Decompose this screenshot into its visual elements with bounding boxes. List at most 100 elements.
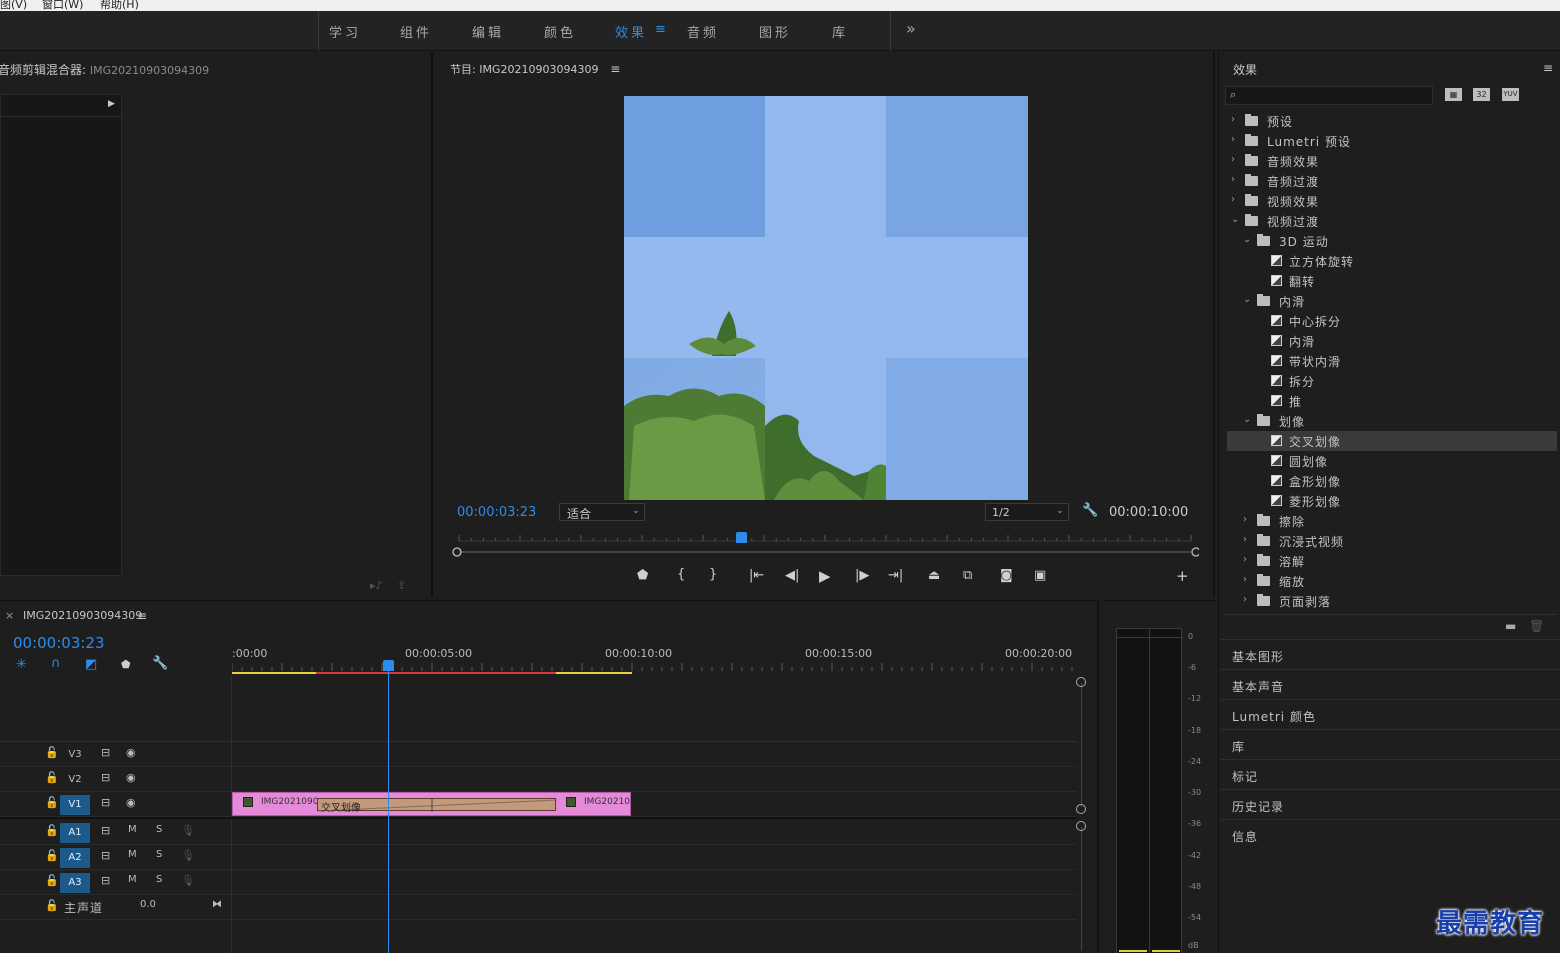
chevron-down-icon[interactable]: ⌄ bbox=[1243, 294, 1251, 305]
chevron-right-icon[interactable]: › bbox=[1243, 534, 1247, 545]
chevron-right-icon[interactable]: › bbox=[1243, 514, 1247, 525]
timeline-playhead-handle[interactable] bbox=[383, 660, 394, 671]
mark-in-icon[interactable]: { bbox=[677, 567, 685, 582]
microphone-icon[interactable]: 🎙 bbox=[181, 824, 195, 837]
microphone-icon[interactable]: 🎙 bbox=[181, 849, 195, 862]
panel-menu-icon[interactable]: ≡ bbox=[1543, 61, 1553, 75]
wrench-icon[interactable]: 🔧 bbox=[152, 656, 168, 671]
menu-window[interactable]: 窗口(W) bbox=[42, 0, 83, 11]
extract-icon[interactable]: ⧉ bbox=[963, 568, 972, 583]
effects-item[interactable]: 交叉划像 bbox=[1227, 431, 1557, 451]
track-lane-v2[interactable] bbox=[232, 767, 1077, 792]
timeline-tab-label[interactable]: IMG20210903094309 bbox=[23, 609, 142, 622]
track-label-v3[interactable]: V3 bbox=[60, 745, 90, 765]
track-label-a2[interactable]: A2 bbox=[60, 848, 90, 868]
eye-icon[interactable]: ◉ bbox=[126, 771, 136, 784]
effects-item[interactable]: 盒形划像 bbox=[1227, 471, 1557, 491]
effects-folder[interactable]: › 预设 bbox=[1227, 111, 1557, 131]
effects-search-input[interactable]: ⌕ bbox=[1225, 86, 1433, 105]
eye-icon[interactable]: ◉ bbox=[126, 746, 136, 759]
snap-magnet-icon[interactable]: ∩ bbox=[51, 656, 61, 671]
solo-button[interactable]: S bbox=[156, 849, 162, 860]
trash-icon[interactable]: 🗑 bbox=[1529, 619, 1544, 633]
timeline-ruler[interactable]: :00:00 00:00:05:00 00:00:10:00 00:00:15:… bbox=[232, 645, 1077, 675]
chevron-right-icon[interactable]: › bbox=[1231, 154, 1235, 165]
resolution-select[interactable]: 1/2 ⌄ bbox=[985, 503, 1069, 521]
sync-lock-icon[interactable]: ⊟ bbox=[101, 824, 110, 837]
track-lane-a3[interactable] bbox=[232, 870, 1077, 895]
effects-folder[interactable]: ⌄ 3D 运动 bbox=[1227, 231, 1557, 251]
nest-icon[interactable]: ✳ bbox=[16, 657, 27, 672]
effects-folder[interactable]: › 音频效果 bbox=[1227, 151, 1557, 171]
scroll-handle-icon[interactable] bbox=[1076, 821, 1086, 831]
add-marker-icon[interactable]: ⬟ bbox=[637, 568, 648, 583]
program-timecode[interactable]: 00:00:03:23 bbox=[457, 505, 536, 520]
add-marker-icon[interactable]: ⬟ bbox=[121, 658, 131, 671]
play-triangle-icon[interactable]: ▶ bbox=[108, 99, 115, 109]
track-lane-v3[interactable] bbox=[232, 742, 1077, 767]
tab-color[interactable]: 颜色 bbox=[544, 22, 576, 41]
master-volume-value[interactable]: 0.0 bbox=[140, 899, 156, 910]
lock-icon[interactable]: 🔓 bbox=[45, 796, 59, 809]
mute-button[interactable]: M bbox=[128, 849, 137, 860]
sync-lock-icon[interactable]: ⊟ bbox=[101, 849, 110, 862]
accelerated-effects-icon[interactable]: ▦ bbox=[1445, 88, 1462, 101]
panel-menu-icon[interactable]: ≡ bbox=[610, 62, 620, 76]
track-label-a3[interactable]: A3 bbox=[60, 873, 90, 893]
side-panel-tab[interactable]: 信息 bbox=[1220, 819, 1560, 849]
chevron-right-icon[interactable]: › bbox=[1231, 134, 1235, 145]
side-panel-tab[interactable]: 历史记录 bbox=[1220, 789, 1560, 819]
track-lane-a2[interactable] bbox=[232, 845, 1077, 870]
track-lane-master[interactable] bbox=[232, 895, 1077, 920]
add-button-icon[interactable]: + bbox=[1176, 567, 1189, 585]
play-icon[interactable]: ▶ bbox=[819, 567, 831, 585]
sync-lock-icon[interactable]: ⊟ bbox=[101, 796, 110, 809]
video-frame[interactable] bbox=[624, 96, 1028, 500]
effects-item[interactable]: 中心拆分 bbox=[1227, 311, 1557, 331]
tab-assembly[interactable]: 组件 bbox=[400, 22, 432, 41]
chevron-right-icon[interactable]: › bbox=[1243, 574, 1247, 585]
close-icon[interactable]: × bbox=[5, 609, 14, 622]
effects-folder[interactable]: ⌄ 视频过渡 bbox=[1227, 211, 1557, 231]
timeline-timecode[interactable]: 00:00:03:23 bbox=[13, 634, 105, 652]
32bit-effects-icon[interactable]: 32 bbox=[1473, 88, 1490, 101]
tab-libraries[interactable]: 库 bbox=[832, 22, 848, 41]
side-panel-tab[interactable]: 标记 bbox=[1220, 759, 1560, 789]
camera-icon[interactable]: ◙ bbox=[1000, 568, 1013, 583]
go-to-out-icon[interactable]: ⇥| bbox=[888, 568, 903, 583]
chevron-right-icon[interactable]: › bbox=[1243, 594, 1247, 605]
go-to-in-icon[interactable]: |⇤ bbox=[749, 568, 764, 583]
solo-button[interactable]: S bbox=[156, 824, 162, 835]
chevron-right-icon[interactable]: › bbox=[1231, 114, 1235, 125]
scroll-handle-icon[interactable] bbox=[1076, 677, 1086, 687]
side-panel-tab[interactable]: Lumetri 颜色 bbox=[1220, 699, 1560, 729]
clip-v1[interactable]: IMG2021090 交叉划像 IMG20210 bbox=[232, 792, 631, 816]
lift-icon[interactable]: ⏏ bbox=[928, 568, 940, 583]
linked-selection-icon[interactable]: ◩ bbox=[85, 657, 97, 672]
panel-menu-icon[interactable]: ≡ bbox=[137, 609, 147, 623]
effects-folder[interactable]: › 页面剥落 bbox=[1227, 591, 1557, 611]
wrench-icon[interactable]: 🔧 bbox=[1082, 503, 1098, 518]
chevron-down-icon[interactable]: ⌄ bbox=[1243, 234, 1251, 245]
chevron-down-icon[interactable]: ⌄ bbox=[1231, 214, 1239, 225]
lock-icon[interactable]: 🔓 bbox=[45, 771, 59, 784]
sync-lock-icon[interactable]: ⊟ bbox=[101, 746, 110, 759]
chevron-down-icon[interactable]: ⌄ bbox=[1243, 414, 1251, 425]
menu-view[interactable]: 图(V) bbox=[0, 0, 27, 11]
effects-folder[interactable]: › 音频过渡 bbox=[1227, 171, 1557, 191]
lock-icon[interactable]: 🔓 bbox=[45, 824, 59, 837]
overflow-icon[interactable]: » bbox=[906, 19, 919, 38]
yuv-effects-icon[interactable]: YUV bbox=[1502, 88, 1519, 101]
sync-lock-icon[interactable]: ⊟ bbox=[101, 771, 110, 784]
track-lane-a1[interactable] bbox=[232, 820, 1077, 845]
tab-audio[interactable]: 音频 bbox=[687, 22, 719, 41]
effects-folder[interactable]: › 溶解 bbox=[1227, 551, 1557, 571]
effects-folder[interactable]: › 擦除 bbox=[1227, 511, 1557, 531]
effects-item[interactable]: 菱形划像 bbox=[1227, 491, 1557, 511]
effects-item[interactable]: 带状内滑 bbox=[1227, 351, 1557, 371]
mixer-export-icon[interactable]: ⇪ bbox=[397, 579, 406, 592]
lock-icon[interactable]: 🔓 bbox=[45, 746, 59, 759]
scroll-handle-icon[interactable] bbox=[1076, 804, 1086, 814]
chevron-right-icon[interactable]: › bbox=[1243, 554, 1247, 565]
mute-button[interactable]: M bbox=[128, 874, 137, 885]
